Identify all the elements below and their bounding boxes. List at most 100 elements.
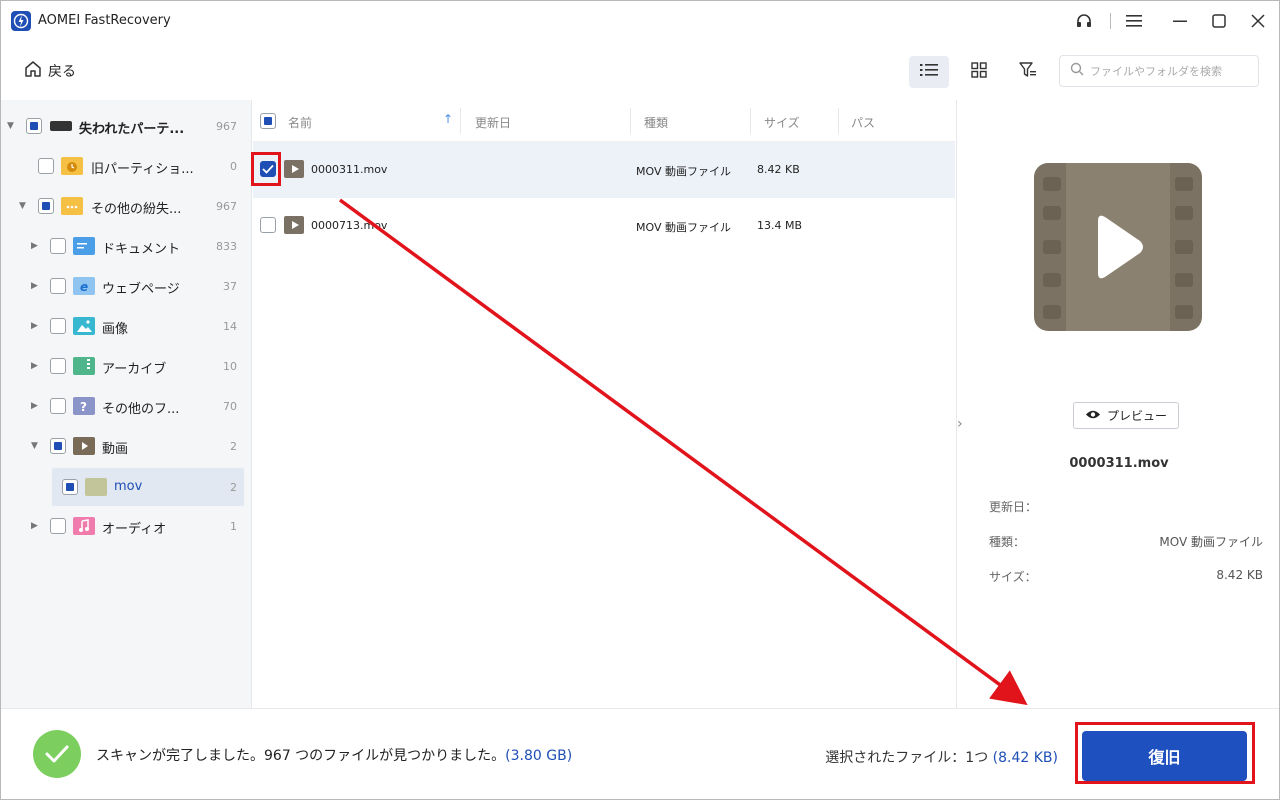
column-path[interactable]: パス — [851, 114, 875, 131]
tree-item-documents[interactable]: ▶ ドキュメント 833 — [0, 226, 252, 266]
chevron-right-icon[interactable]: ▶ — [31, 401, 41, 411]
checkbox[interactable] — [50, 398, 66, 414]
chevron-right-icon[interactable]: ▶ — [31, 321, 41, 331]
svg-text:e: e — [80, 280, 88, 294]
tree-item-count: 37 — [223, 280, 237, 293]
file-type: MOV 動画ファイル — [636, 165, 731, 178]
tree-item-count: 967 — [216, 120, 237, 133]
tree-item-label: ウェブページ — [102, 282, 180, 297]
checkbox[interactable] — [26, 118, 42, 134]
column-size[interactable]: サイズ — [764, 114, 800, 131]
file-name: 0000311.mov — [311, 163, 388, 176]
tree-item-label: mov — [114, 479, 143, 494]
tree-item-other-lost[interactable]: ▼ その他の紛失... 967 — [0, 186, 252, 226]
check-circle-icon — [33, 730, 81, 778]
archive-icon — [73, 357, 95, 375]
sort-up-icon[interactable]: ↑ — [443, 112, 453, 126]
video-thumbnail-icon — [1034, 163, 1202, 331]
video-file-icon — [284, 160, 304, 178]
tree-item-label: 失われたパーテ... — [79, 122, 185, 137]
scan-status: スキャンが完了しました。967 つのファイルが見つかりました。(3.80 GB) — [96, 745, 572, 765]
checkbox[interactable] — [260, 217, 276, 233]
chevron-right-icon[interactable]: ▶ — [31, 361, 41, 371]
tree-item-audio[interactable]: ▶ オーディオ 1 — [0, 506, 252, 546]
file-name: 0000713.mov — [311, 219, 388, 232]
checkbox[interactable] — [38, 158, 54, 174]
checkbox[interactable] — [50, 518, 66, 534]
tree-item-label: オーディオ — [102, 522, 167, 537]
checkbox[interactable] — [50, 438, 66, 454]
tree-item-label: その他の紛失... — [91, 202, 182, 217]
select-all-checkbox[interactable] — [260, 113, 276, 129]
scan-total-size: (3.80 GB) — [505, 748, 573, 764]
preview-button-label: プレビュー — [1106, 409, 1167, 423]
checkbox[interactable] — [50, 238, 66, 254]
selected-files-info: 選択されたファイル：1つ (8.42 KB) — [825, 747, 1058, 767]
checkbox[interactable] — [50, 358, 66, 374]
maximize-icon[interactable] — [1208, 10, 1230, 32]
tree-item-count: 0 — [230, 160, 237, 173]
tree-item-count: 10 — [223, 360, 237, 373]
eye-icon — [1085, 409, 1101, 423]
tree-item-archives[interactable]: ▶ アーカイブ 10 — [0, 346, 252, 386]
filter-button[interactable] — [1008, 56, 1048, 88]
tree-item-old-partition[interactable]: 旧パーティショ... 0 — [0, 146, 252, 186]
tree-item-videos[interactable]: ▼ 動画 2 — [0, 426, 252, 466]
folder-more-icon — [61, 197, 83, 215]
drive-icon — [50, 121, 72, 131]
checkbox[interactable] — [50, 318, 66, 334]
meta-label-type: 種類： — [989, 535, 1026, 549]
tree-item-count: 14 — [223, 320, 237, 333]
folder-clock-icon — [61, 157, 83, 175]
back-label: 戻る — [48, 64, 76, 80]
column-date[interactable]: 更新日 — [475, 114, 511, 131]
back-button[interactable]: 戻る — [24, 60, 76, 82]
chevron-down-icon[interactable]: ▼ — [31, 441, 41, 451]
grid-view-icon — [971, 62, 987, 82]
toolbar: 戻る — [0, 42, 1280, 100]
minimize-icon[interactable] — [1169, 10, 1191, 32]
search-icon — [1070, 62, 1084, 80]
checkbox[interactable] — [62, 479, 78, 495]
chevron-down-icon[interactable]: ▼ — [19, 201, 29, 211]
checkbox[interactable] — [38, 198, 54, 214]
annotation-highlight-recover — [1075, 722, 1255, 784]
headset-icon[interactable] — [1073, 10, 1095, 32]
file-row[interactable]: 0000311.mov MOV 動画ファイル 8.42 KB — [253, 142, 955, 198]
grid-view-button[interactable] — [959, 56, 999, 88]
tree-item-label: 画像 — [102, 322, 129, 337]
folder-icon — [85, 478, 107, 496]
file-size: 8.42 KB — [757, 163, 800, 176]
chevron-down-icon[interactable]: ▼ — [7, 121, 17, 131]
column-name[interactable]: 名前 — [288, 114, 312, 131]
image-icon — [73, 317, 95, 335]
meta-label-size: サイズ： — [989, 570, 1037, 584]
list-view-icon — [920, 63, 938, 81]
search-input[interactable] — [1090, 64, 1250, 78]
tree-item-other-files[interactable]: ▶ ? その他のフ... 70 — [0, 386, 252, 426]
column-divider — [460, 108, 461, 134]
column-type[interactable]: 種類 — [644, 114, 668, 131]
checkbox[interactable] — [50, 278, 66, 294]
tree-item-label: アーカイブ — [102, 362, 167, 377]
search-box[interactable] — [1059, 55, 1259, 87]
tree-item-lost-partition[interactable]: ▼ 失われたパーテ... 967 — [0, 106, 252, 146]
file-row[interactable]: 0000713.mov MOV 動画ファイル 13.4 MB — [253, 198, 955, 254]
list-view-button[interactable] — [909, 56, 949, 88]
chevron-right-icon[interactable]: ▶ — [31, 241, 41, 251]
tree-item-images[interactable]: ▶ 画像 14 — [0, 306, 252, 346]
collapse-panel-icon[interactable]: › — [957, 416, 963, 432]
menu-icon[interactable] — [1123, 10, 1145, 32]
video-file-icon — [284, 216, 304, 234]
preview-panel: › プレビュー 0000311.mov 更新日： 種類： MOV 動画ファイル … — [956, 100, 1280, 708]
tree-item-mov[interactable]: mov 2 — [0, 466, 252, 506]
chevron-right-icon[interactable]: ▶ — [31, 521, 41, 531]
preview-button[interactable]: プレビュー — [1073, 402, 1179, 429]
svg-text:?: ? — [80, 400, 87, 414]
tree-item-label: 動画 — [102, 442, 129, 457]
tree-item-webpages[interactable]: ▶ e ウェブページ 37 — [0, 266, 252, 306]
annotation-highlight-checkbox — [251, 152, 281, 186]
close-icon[interactable] — [1247, 10, 1269, 32]
chevron-right-icon[interactable]: ▶ — [31, 281, 41, 291]
video-icon — [73, 437, 95, 455]
